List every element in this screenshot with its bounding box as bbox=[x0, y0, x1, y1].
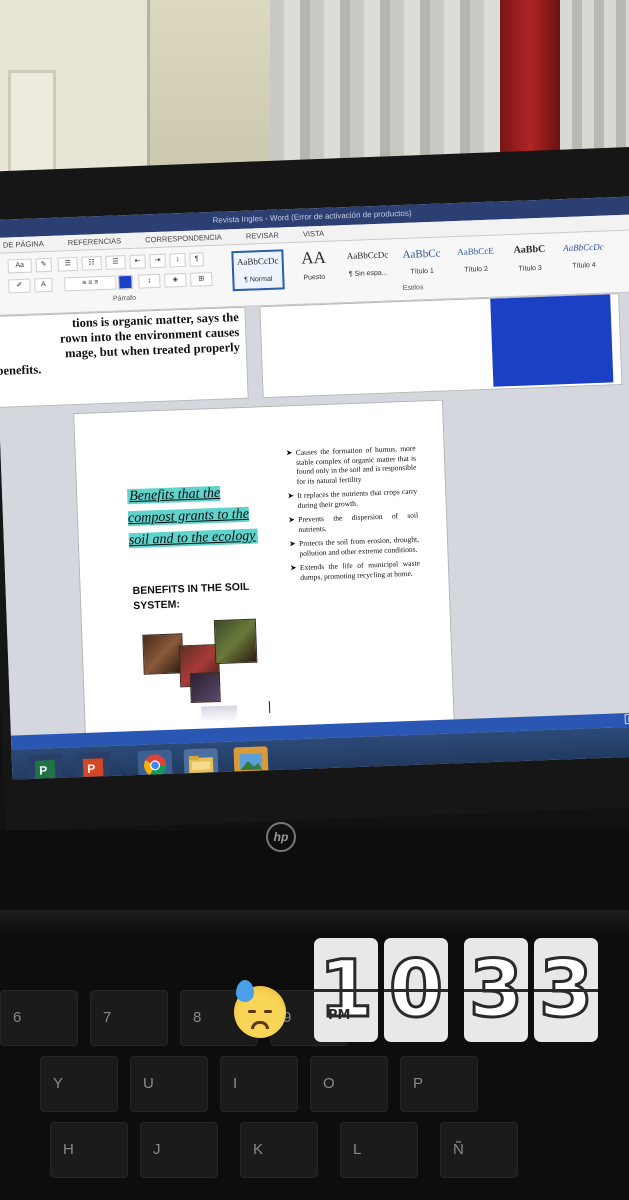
list-item: ➤ It replaces the nutrients that crops ca… bbox=[287, 486, 418, 510]
decrease-indent-icon[interactable]: ⇤ bbox=[129, 254, 146, 269]
style-normal[interactable]: AaBbCcDc ¶ Normal bbox=[231, 249, 285, 292]
previous-page[interactable]: tions is organic matter, says the rown i… bbox=[0, 306, 249, 409]
pilcrow-icon[interactable]: ¶ bbox=[189, 252, 204, 267]
list-item: ➤ Extends the life of municipal waste dum… bbox=[289, 558, 421, 582]
arrow-bullet-icon: ➤ bbox=[287, 491, 295, 501]
shading-icon[interactable]: ◈ bbox=[164, 272, 187, 288]
key-y[interactable]: Y bbox=[40, 1056, 118, 1112]
style-titulo-1[interactable]: AaBbCc Título 1 bbox=[395, 243, 448, 285]
time-sticker: 1 0 3 3 PM bbox=[314, 938, 604, 1044]
multilevel-list-icon[interactable]: ☰ bbox=[105, 255, 126, 270]
tab-view[interactable]: VISTA bbox=[293, 225, 337, 239]
project-icon[interactable]: P bbox=[27, 753, 63, 780]
key-l[interactable]: L bbox=[340, 1122, 418, 1178]
key-h[interactable]: H bbox=[50, 1122, 128, 1178]
borders-icon[interactable]: ⊞ bbox=[190, 271, 213, 287]
clock-digit: 1 bbox=[314, 938, 378, 1042]
am-pm-label: PM bbox=[328, 1008, 351, 1023]
list-item: ➤ Causes the formation of humus, more sta… bbox=[285, 443, 417, 486]
tab-review[interactable]: REVISAR bbox=[236, 227, 291, 241]
clear-format-icon[interactable]: ✎ bbox=[35, 257, 52, 273]
subheading: BENEFITS IN THE SOIL SYSTEM: bbox=[132, 580, 250, 613]
arrow-bullet-icon: ➤ bbox=[288, 515, 296, 525]
change-case-button[interactable]: Aa bbox=[7, 258, 32, 274]
bullets-icon[interactable]: ☰ bbox=[57, 256, 78, 272]
align-icon[interactable]: ≡ ≡ ≡ bbox=[64, 275, 117, 292]
sweat-drop-icon bbox=[236, 980, 254, 1002]
sort-icon[interactable]: ↕ bbox=[169, 252, 186, 268]
clock-digit: 3 bbox=[534, 938, 598, 1042]
key-7[interactable]: 7 bbox=[90, 990, 168, 1046]
door-panel bbox=[8, 70, 56, 180]
blue-shape[interactable] bbox=[490, 294, 614, 387]
justify-icon[interactable] bbox=[118, 274, 133, 290]
style-sin-espaciado[interactable]: AaBbCcDc ¶ Sin espa... bbox=[341, 245, 394, 287]
list-item: ➤ Protects the soil from erosion, drought… bbox=[288, 534, 420, 558]
clock-digit: 0 bbox=[384, 938, 448, 1042]
compost-cubes-image bbox=[142, 612, 276, 737]
group-styles-label: Estilos bbox=[402, 284, 424, 292]
list-item: ➤ Prevents the dispersion of soil nutrien… bbox=[288, 510, 419, 534]
key-j[interactable]: J bbox=[140, 1122, 218, 1178]
style-titulo-3[interactable]: AaBbC Título 3 bbox=[503, 239, 556, 281]
headline: Benefits that the compost grants to the … bbox=[126, 485, 258, 549]
line-spacing-icon[interactable]: ↨ bbox=[138, 273, 161, 289]
key-6[interactable]: 6 bbox=[0, 990, 78, 1046]
numbering-icon[interactable]: ☷ bbox=[81, 256, 102, 271]
key-o[interactable]: O bbox=[310, 1056, 388, 1112]
laptop-screen: Revista Ingles - Word (Error de activaci… bbox=[0, 196, 629, 780]
benefits-list: ➤ Causes the formation of humus, more sta… bbox=[286, 444, 421, 588]
style-titulo-2[interactable]: AaBbCcE Título 2 bbox=[449, 241, 502, 283]
previous-page-right[interactable] bbox=[259, 293, 623, 399]
tab-page-layout[interactable]: DE PÁGINA bbox=[0, 236, 56, 250]
highlight-icon[interactable]: ✐ bbox=[8, 278, 31, 294]
tab-mailings[interactable]: CORRESPONDENCIA bbox=[135, 229, 234, 245]
read-mode-icon[interactable]: ▯ bbox=[624, 713, 629, 725]
font-color-icon[interactable]: A bbox=[34, 277, 53, 293]
style-puesto[interactable]: AA Puesto bbox=[287, 247, 340, 289]
clock-digit: 3 bbox=[464, 938, 528, 1042]
style-titulo-4[interactable]: AaBbCcDc Título 4 bbox=[557, 237, 610, 279]
key-i[interactable]: I bbox=[220, 1056, 298, 1112]
hp-logo: hp bbox=[266, 822, 296, 852]
arrow-bullet-icon: ➤ bbox=[288, 539, 296, 549]
arrow-bullet-icon: ➤ bbox=[289, 563, 297, 573]
powerpoint-icon[interactable]: P bbox=[75, 752, 111, 780]
document-page[interactable]: Benefits that the compost grants to the … bbox=[73, 399, 455, 750]
laptop-hinge bbox=[0, 910, 629, 940]
increase-indent-icon[interactable]: ⇥ bbox=[149, 253, 166, 269]
arrow-bullet-icon: ➤ bbox=[285, 448, 293, 458]
key-k[interactable]: K bbox=[240, 1122, 318, 1178]
svg-text:P: P bbox=[39, 763, 48, 777]
svg-text:P: P bbox=[87, 762, 96, 776]
tab-references[interactable]: REFERENCIAS bbox=[58, 233, 134, 248]
key-p[interactable]: P bbox=[400, 1056, 478, 1112]
document-area: tions is organic matter, says the rown i… bbox=[0, 292, 629, 750]
key-u[interactable]: U bbox=[130, 1056, 208, 1112]
key-enye[interactable]: Ñ bbox=[440, 1122, 518, 1178]
group-paragraph-label: Párrafo bbox=[112, 294, 137, 303]
